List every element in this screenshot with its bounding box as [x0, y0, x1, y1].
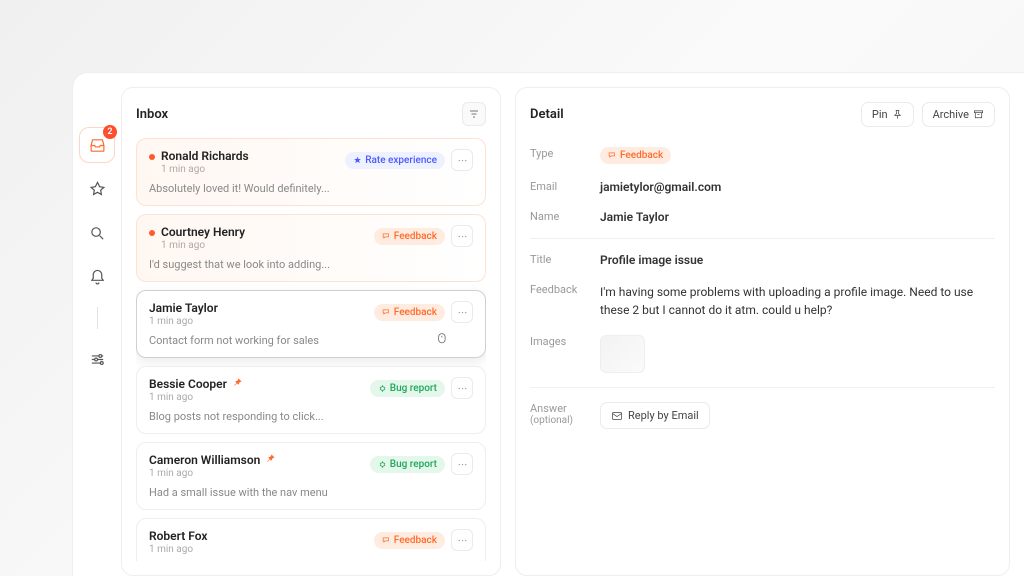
main-area: Inbox Ronald Richards1 min agoRate exper… — [121, 73, 1024, 576]
message-tag: Rate experience — [345, 152, 445, 169]
images-label: Images — [530, 335, 600, 373]
subject-value: Profile image issue — [600, 253, 703, 267]
archive-button-label: Archive — [933, 108, 969, 121]
name-value: Jamie Taylor — [600, 210, 669, 224]
message-tag: Bug report — [370, 456, 445, 473]
message-time: 1 min ago — [149, 468, 364, 479]
email-label: Email — [530, 180, 600, 194]
nav-pin[interactable] — [79, 171, 115, 207]
message-preview: Blog posts not responding to click... — [149, 410, 473, 423]
name-label: Name — [530, 210, 600, 224]
feedback-value: I'm having some problems with uploading … — [600, 283, 995, 319]
message-more-button[interactable] — [451, 225, 473, 247]
pin-button-label: Pin — [872, 108, 888, 121]
message-more-button[interactable] — [451, 453, 473, 475]
archive-button[interactable]: Archive — [922, 102, 995, 127]
message-sender: Cameron Williamson — [149, 453, 364, 467]
message-time: 1 min ago — [161, 240, 368, 251]
message-preview: Contact form not working for sales — [149, 334, 473, 347]
message-card[interactable]: Robert Fox1 min agoFeedbackUser experien… — [136, 518, 486, 561]
nav-notifications[interactable] — [79, 259, 115, 295]
message-more-button[interactable] — [451, 529, 473, 551]
nav-inbox[interactable]: 2 — [79, 127, 115, 163]
detail-title: Detail — [530, 107, 564, 122]
reply-button-label: Reply by Email — [628, 409, 699, 422]
message-preview: Absolutely loved it! Would definitely... — [149, 182, 473, 195]
message-sender: Bessie Cooper — [149, 377, 364, 391]
message-time: 1 min ago — [149, 544, 368, 555]
unread-dot — [149, 230, 155, 236]
app-shell: 2 Inbox Ronald Richards1 min agoRate exp… — [72, 72, 1024, 576]
nav-settings[interactable] — [79, 341, 115, 377]
message-time: 1 min ago — [161, 164, 339, 175]
unread-dot — [149, 154, 155, 160]
email-value: jamietylor@gmail.com — [600, 180, 721, 194]
message-list: Ronald Richards1 min agoRate experienceA… — [136, 138, 486, 561]
message-preview: I'd suggest that we look into adding... — [149, 258, 473, 271]
type-label: Type — [530, 147, 600, 164]
message-time: 1 min ago — [149, 392, 364, 403]
message-tag: Feedback — [374, 304, 445, 321]
message-more-button[interactable] — [451, 377, 473, 399]
nav-divider — [97, 307, 98, 329]
message-sender: Robert Fox — [149, 529, 368, 543]
detail-body: Type Feedback Email jamietylor@gmail.com… — [530, 139, 995, 437]
message-card[interactable]: Cameron Williamson1 min ago Bug report Had… — [136, 442, 486, 510]
detail-panel: Detail Pin Archive Type Feedback — [515, 87, 1010, 576]
pin-button[interactable]: Pin — [861, 102, 914, 127]
message-tag: Feedback — [374, 532, 445, 549]
subject-label: Title — [530, 253, 600, 267]
attached-image-thumb[interactable] — [600, 335, 645, 373]
message-card[interactable]: Jamie Taylor1 min ago Feedback Contact for… — [136, 290, 486, 358]
reply-by-email-button[interactable]: Reply by Email — [600, 402, 710, 429]
message-card[interactable]: Ronald Richards1 min ago Rate experience A… — [136, 138, 486, 206]
inbox-badge: 2 — [103, 125, 117, 139]
message-sender: Ronald Richards — [161, 149, 339, 163]
nav-search[interactable] — [79, 215, 115, 251]
message-time: 1 min ago — [149, 316, 368, 327]
filter-button[interactable] — [462, 102, 486, 126]
message-sender: Jamie Taylor — [149, 301, 368, 315]
pin-icon — [232, 377, 243, 391]
cursor-icon — [437, 330, 450, 349]
type-tag: Feedback — [600, 147, 671, 164]
message-tag: Feedback — [374, 228, 445, 245]
message-more-button[interactable] — [451, 149, 473, 171]
message-more-button[interactable] — [451, 301, 473, 323]
sidebar: 2 — [73, 73, 121, 576]
pin-icon — [265, 453, 276, 467]
message-tag: Bug report — [370, 380, 445, 397]
inbox-title: Inbox — [136, 107, 168, 122]
feedback-label: Feedback — [530, 283, 600, 319]
message-sender: Courtney Henry — [161, 225, 368, 239]
message-preview: Had a small issue with the nav menu — [149, 486, 473, 499]
message-card[interactable]: Courtney Henry1 min ago Feedback I'd sugge… — [136, 214, 486, 282]
inbox-panel: Inbox Ronald Richards1 min agoRate exper… — [121, 87, 501, 576]
answer-label: Answer (optional) — [530, 402, 600, 429]
message-card[interactable]: Bessie Cooper1 min ago Bug report Blog pos… — [136, 366, 486, 434]
